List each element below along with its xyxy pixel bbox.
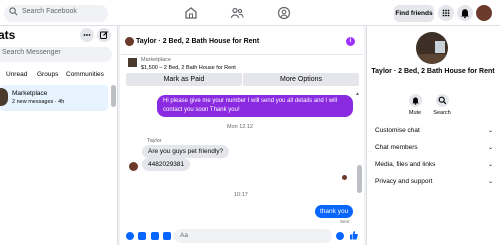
- seen-avatar: [342, 175, 347, 180]
- notifications-button[interactable]: [457, 5, 473, 21]
- search-placeholder: Search Facebook: [22, 8, 77, 15]
- gif-icon[interactable]: [163, 232, 171, 240]
- new-message-button[interactable]: [97, 28, 111, 42]
- marketplace-label: Marketplace: [141, 57, 171, 63]
- listing-thumbnail: [128, 58, 137, 67]
- bell-icon: [412, 97, 419, 105]
- conversation-subtitle: 2 new messages · 4h: [12, 99, 65, 105]
- timestamp: Mon 12:12: [227, 124, 253, 130]
- window-shape: [435, 41, 445, 53]
- sender-avatar: [129, 162, 138, 171]
- message-status: Sent: [340, 219, 350, 224]
- message-input-placeholder: Aa: [180, 232, 188, 239]
- timestamp: 10:17: [234, 192, 248, 198]
- thumbs-up-icon[interactable]: [349, 230, 358, 240]
- outgoing-message[interactable]: Hi please give me your number I will sen…: [157, 95, 353, 117]
- conversation-avatar: [0, 88, 8, 106]
- chat-header-avatar[interactable]: [125, 37, 134, 46]
- incoming-message[interactable]: 4482029381: [142, 158, 191, 171]
- chat-scrollbar[interactable]: [357, 90, 362, 240]
- chats-heading: ats: [0, 28, 16, 42]
- tab-unread[interactable]: Unread: [6, 71, 27, 78]
- menu-chat-members[interactable]: Chat members: [375, 144, 418, 151]
- tab-communities[interactable]: Communities: [66, 71, 104, 78]
- menu-media-files-links[interactable]: Media, files and links: [375, 161, 435, 168]
- conversation-info-icon[interactable]: i: [346, 37, 355, 46]
- chevron-down-icon[interactable]: ⌄: [488, 161, 493, 168]
- search-icon: [438, 96, 447, 105]
- messenger-search-input[interactable]: Search Messenger: [0, 47, 112, 62]
- camera-icon[interactable]: [138, 232, 146, 240]
- home-icon[interactable]: [184, 6, 198, 20]
- mute-label: Mute: [408, 110, 422, 116]
- listing-avatar[interactable]: [416, 32, 448, 64]
- sidebar-scrollbar[interactable]: [111, 85, 116, 107]
- chevron-down-icon[interactable]: ⌄: [488, 127, 493, 134]
- grid-menu-icon: [442, 9, 450, 17]
- details-title: Taylor · 2 Bed, 2 Bath House for Rent: [371, 68, 495, 75]
- sticker-icon[interactable]: [151, 232, 159, 240]
- mute-button[interactable]: [409, 94, 422, 107]
- menu-customise-chat[interactable]: Customise chat: [375, 127, 420, 134]
- outgoing-message[interactable]: thank you: [315, 205, 354, 218]
- groups-icon[interactable]: [277, 6, 291, 20]
- chevron-down-icon[interactable]: ⌄: [488, 144, 493, 151]
- search-label: Search: [433, 110, 451, 116]
- menu-privacy-support[interactable]: Privacy and support: [375, 178, 432, 185]
- more-options-button[interactable]: [80, 28, 94, 42]
- mark-as-paid-button[interactable]: Mark as Paid: [126, 73, 242, 86]
- search-icon: [9, 7, 18, 16]
- more-options-listing-button[interactable]: More Options: [243, 73, 359, 86]
- profile-avatar[interactable]: [476, 5, 492, 21]
- listing-title[interactable]: $1,500 – 2 Bed, 2 Bath House for Rent: [141, 65, 236, 71]
- more-dots-icon: [83, 34, 91, 36]
- friends-icon[interactable]: [230, 6, 244, 20]
- chat-scrollbar-thumb[interactable]: [357, 165, 362, 193]
- conversation-name: Marketplace: [12, 90, 48, 97]
- menu-button[interactable]: [438, 5, 454, 21]
- facebook-search-input[interactable]: Search Facebook: [4, 5, 108, 22]
- chevron-down-icon[interactable]: ⌄: [488, 178, 493, 185]
- message-input[interactable]: Aa: [174, 229, 332, 243]
- search-conversation-button[interactable]: [436, 94, 449, 107]
- incoming-message[interactable]: Are you guys pet friendly?: [142, 145, 230, 158]
- compose-icon: [100, 31, 108, 39]
- floor-shape: [416, 54, 448, 64]
- conversation-item-marketplace[interactable]: Marketplace 2 new messages · 4h: [0, 85, 108, 111]
- messenger-search-placeholder: Search Messenger: [2, 49, 61, 56]
- chat-title[interactable]: Taylor · 2 Bed, 2 Bath House for Rent: [136, 38, 259, 45]
- plus-icon[interactable]: [126, 232, 134, 240]
- bell-icon: [461, 9, 469, 19]
- emoji-icon[interactable]: [336, 232, 344, 240]
- tab-groups[interactable]: Groups: [37, 71, 58, 78]
- sender-name: Taylor: [147, 138, 162, 144]
- find-friends-button[interactable]: Find friends: [394, 5, 434, 22]
